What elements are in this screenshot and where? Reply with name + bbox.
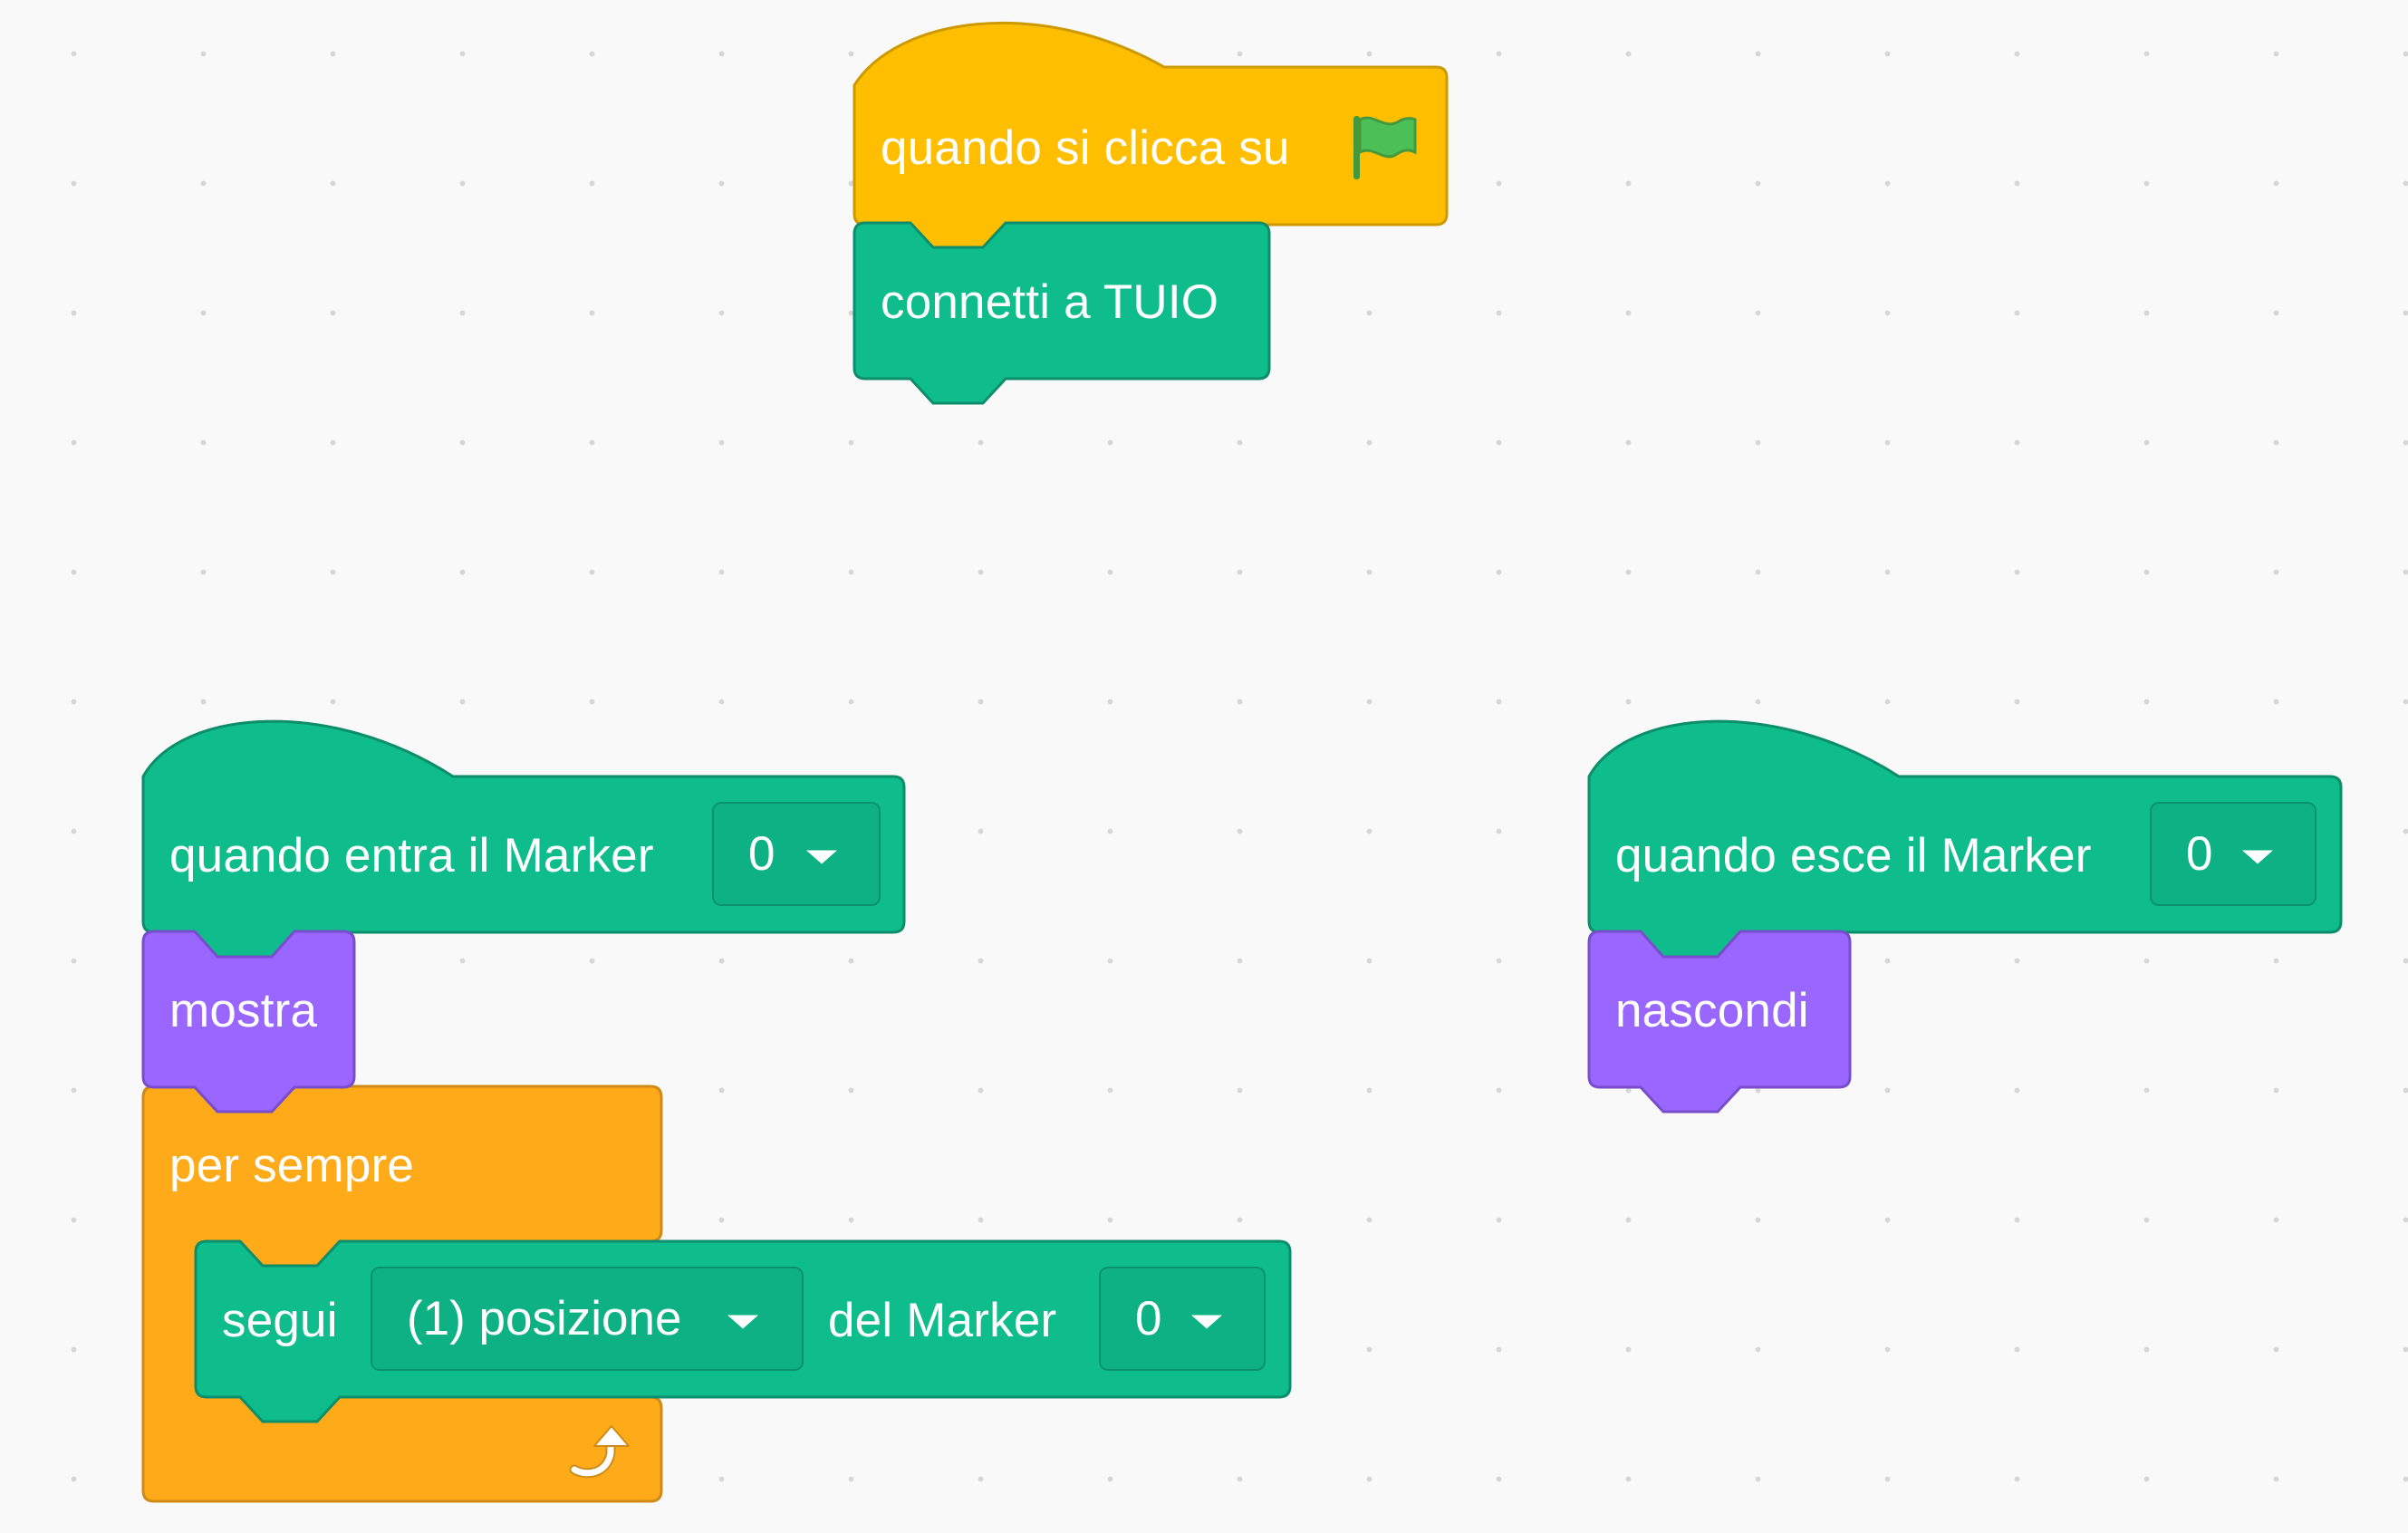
flag-hat-label: quando si clicca su	[881, 121, 1290, 175]
follow-option-value: (1) posizione	[407, 1291, 682, 1345]
green-flag-icon	[1353, 116, 1417, 179]
marker-exit-hat-label: quando esce il Marker	[1615, 829, 2092, 882]
chevron-down-icon	[1191, 1315, 1222, 1328]
follow-of-marker-label: del Marker	[828, 1294, 1057, 1347]
chevron-down-icon	[2242, 850, 2273, 863]
repeat-arrow-icon	[569, 1425, 630, 1479]
follow-option-dropdown[interactable]: (1) posizione	[371, 1267, 804, 1371]
hide-label: nascondi	[1615, 984, 1809, 1037]
script-marker-exit	[1587, 719, 2343, 1114]
marker-enter-hat-label: quando entra il Marker	[169, 829, 654, 882]
chevron-down-icon	[806, 850, 837, 863]
follow-marker-dropdown[interactable]: 0	[1099, 1267, 1266, 1371]
marker-exit-value: 0	[2186, 826, 2213, 881]
script-workspace[interactable]: quando si clicca su connetti a TUIO quan…	[0, 0, 2408, 1533]
show-label: mostra	[169, 984, 318, 1037]
chevron-down-icon	[727, 1315, 758, 1328]
script-flag	[852, 21, 1449, 405]
follow-marker-value: 0	[1135, 1291, 1162, 1345]
marker-exit-dropdown[interactable]: 0	[2150, 802, 2316, 906]
follow-label: segui	[222, 1294, 338, 1347]
forever-label: per sempre	[169, 1139, 415, 1192]
marker-enter-value: 0	[748, 826, 775, 881]
marker-enter-dropdown[interactable]: 0	[712, 802, 881, 906]
connect-tuio-label: connetti a TUIO	[881, 275, 1219, 329]
